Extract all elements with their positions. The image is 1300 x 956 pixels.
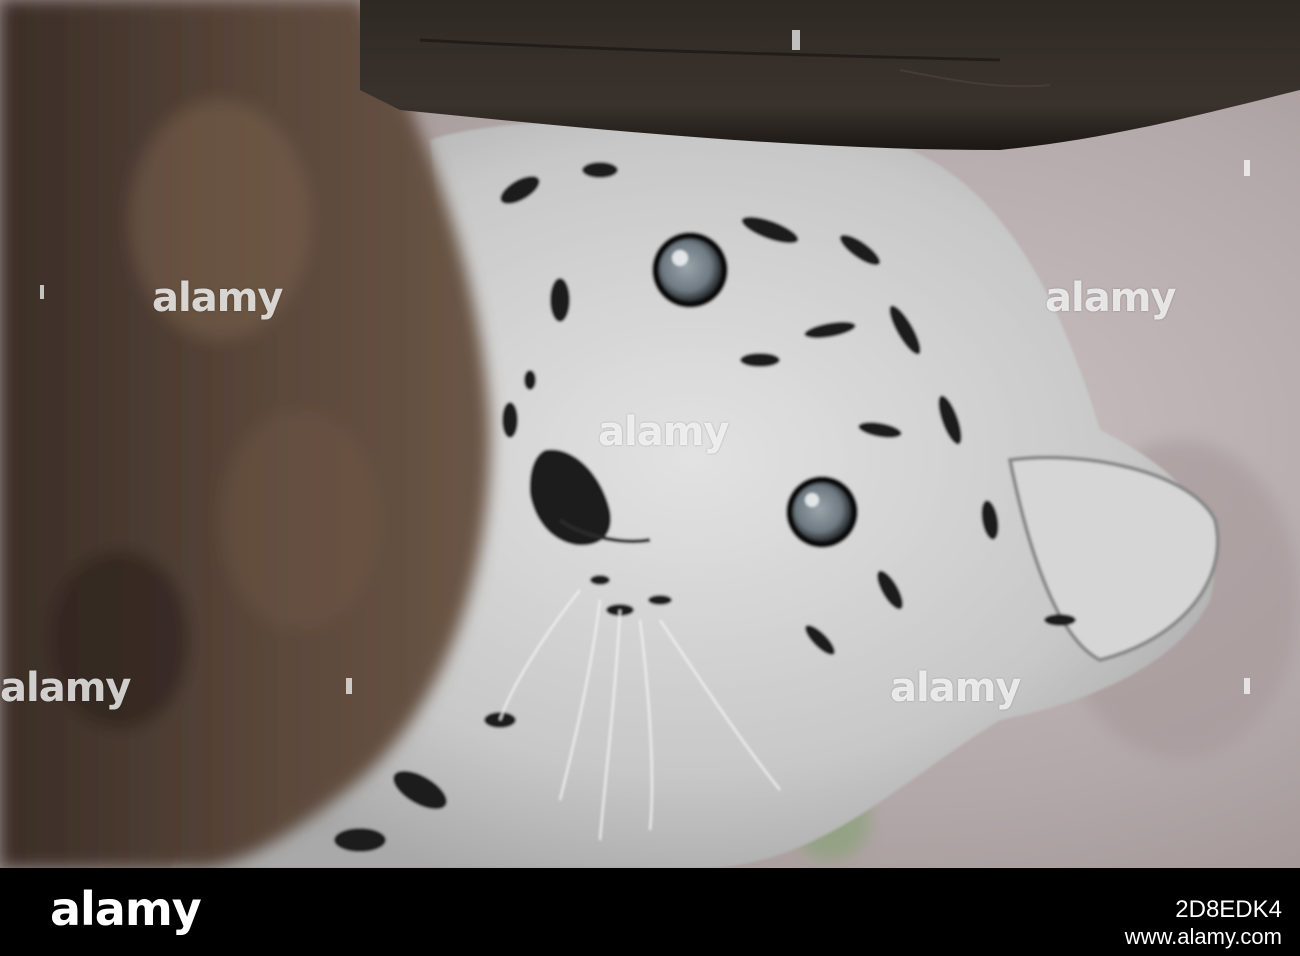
watermark-mark — [346, 678, 352, 694]
footer-bar: alamy 2D8EDK4 www.alamy.com — [0, 868, 1300, 956]
image-id: 2D8EDK4 — [1175, 896, 1282, 923]
watermark-mark — [1244, 678, 1250, 694]
brand-logo[interactable]: alamy — [50, 886, 202, 932]
watermark: alamy — [0, 665, 131, 711]
watermark: alamy — [890, 665, 1021, 711]
watermark-mark — [792, 30, 800, 50]
watermark: alamy — [1045, 275, 1176, 321]
watermark: alamy — [152, 275, 283, 321]
watermark-mark — [40, 285, 44, 299]
site-url[interactable]: www.alamy.com — [1125, 926, 1282, 948]
watermark: alamy — [598, 409, 729, 455]
watermark-mark — [1244, 160, 1250, 176]
stock-photo: alamy alamy alamy alamy alamy — [0, 0, 1300, 868]
